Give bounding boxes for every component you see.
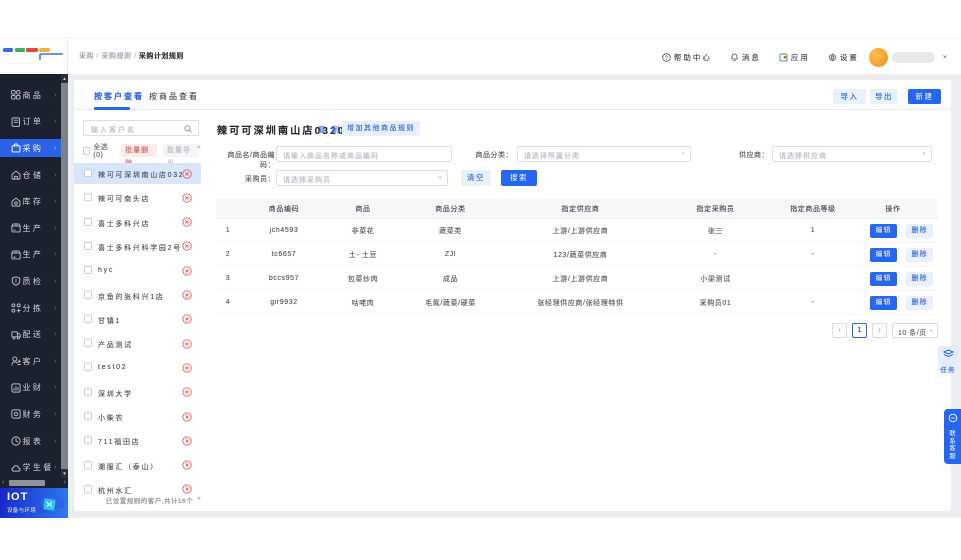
svg-text:?: ? xyxy=(665,55,668,61)
